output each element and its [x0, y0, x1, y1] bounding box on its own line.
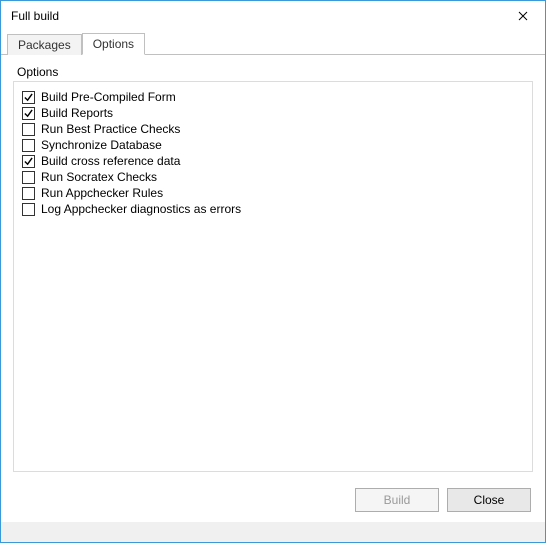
close-button[interactable]: Close: [447, 488, 531, 512]
content-area: Options Build Pre-Compiled Form Build Re…: [1, 55, 545, 478]
tab-bar: Packages Options: [1, 31, 545, 55]
footer: Build Close: [1, 478, 545, 522]
checkbox[interactable]: [22, 155, 35, 168]
close-icon[interactable]: [501, 1, 545, 31]
window-title: Full build: [11, 9, 59, 23]
option-build-cross-reference-data[interactable]: Build cross reference data: [22, 154, 524, 168]
checkbox[interactable]: [22, 203, 35, 216]
option-log-appchecker-diagnostics[interactable]: Log Appchecker diagnostics as errors: [22, 202, 524, 216]
group-label: Options: [17, 65, 533, 79]
option-label: Build cross reference data: [41, 154, 180, 168]
options-group: Build Pre-Compiled Form Build Reports Ru…: [13, 81, 533, 472]
option-label: Synchronize Database: [41, 138, 162, 152]
option-label: Run Best Practice Checks: [41, 122, 180, 136]
tab-packages[interactable]: Packages: [7, 34, 82, 55]
statusbar: [1, 522, 545, 542]
option-label: Run Socratex Checks: [41, 170, 157, 184]
checkbox[interactable]: [22, 187, 35, 200]
checkbox[interactable]: [22, 171, 35, 184]
option-run-socratex-checks[interactable]: Run Socratex Checks: [22, 170, 524, 184]
titlebar: Full build: [1, 1, 545, 31]
checkbox[interactable]: [22, 91, 35, 104]
tab-options[interactable]: Options: [82, 33, 145, 55]
option-build-reports[interactable]: Build Reports: [22, 106, 524, 120]
option-label: Build Pre-Compiled Form: [41, 90, 176, 104]
build-button[interactable]: Build: [355, 488, 439, 512]
checkbox[interactable]: [22, 139, 35, 152]
option-synchronize-database[interactable]: Synchronize Database: [22, 138, 524, 152]
option-label: Run Appchecker Rules: [41, 186, 163, 200]
option-run-best-practice-checks[interactable]: Run Best Practice Checks: [22, 122, 524, 136]
checkbox[interactable]: [22, 123, 35, 136]
option-label: Log Appchecker diagnostics as errors: [41, 202, 241, 216]
checkbox[interactable]: [22, 107, 35, 120]
option-label: Build Reports: [41, 106, 113, 120]
option-build-precompiled-form[interactable]: Build Pre-Compiled Form: [22, 90, 524, 104]
option-run-appchecker-rules[interactable]: Run Appchecker Rules: [22, 186, 524, 200]
